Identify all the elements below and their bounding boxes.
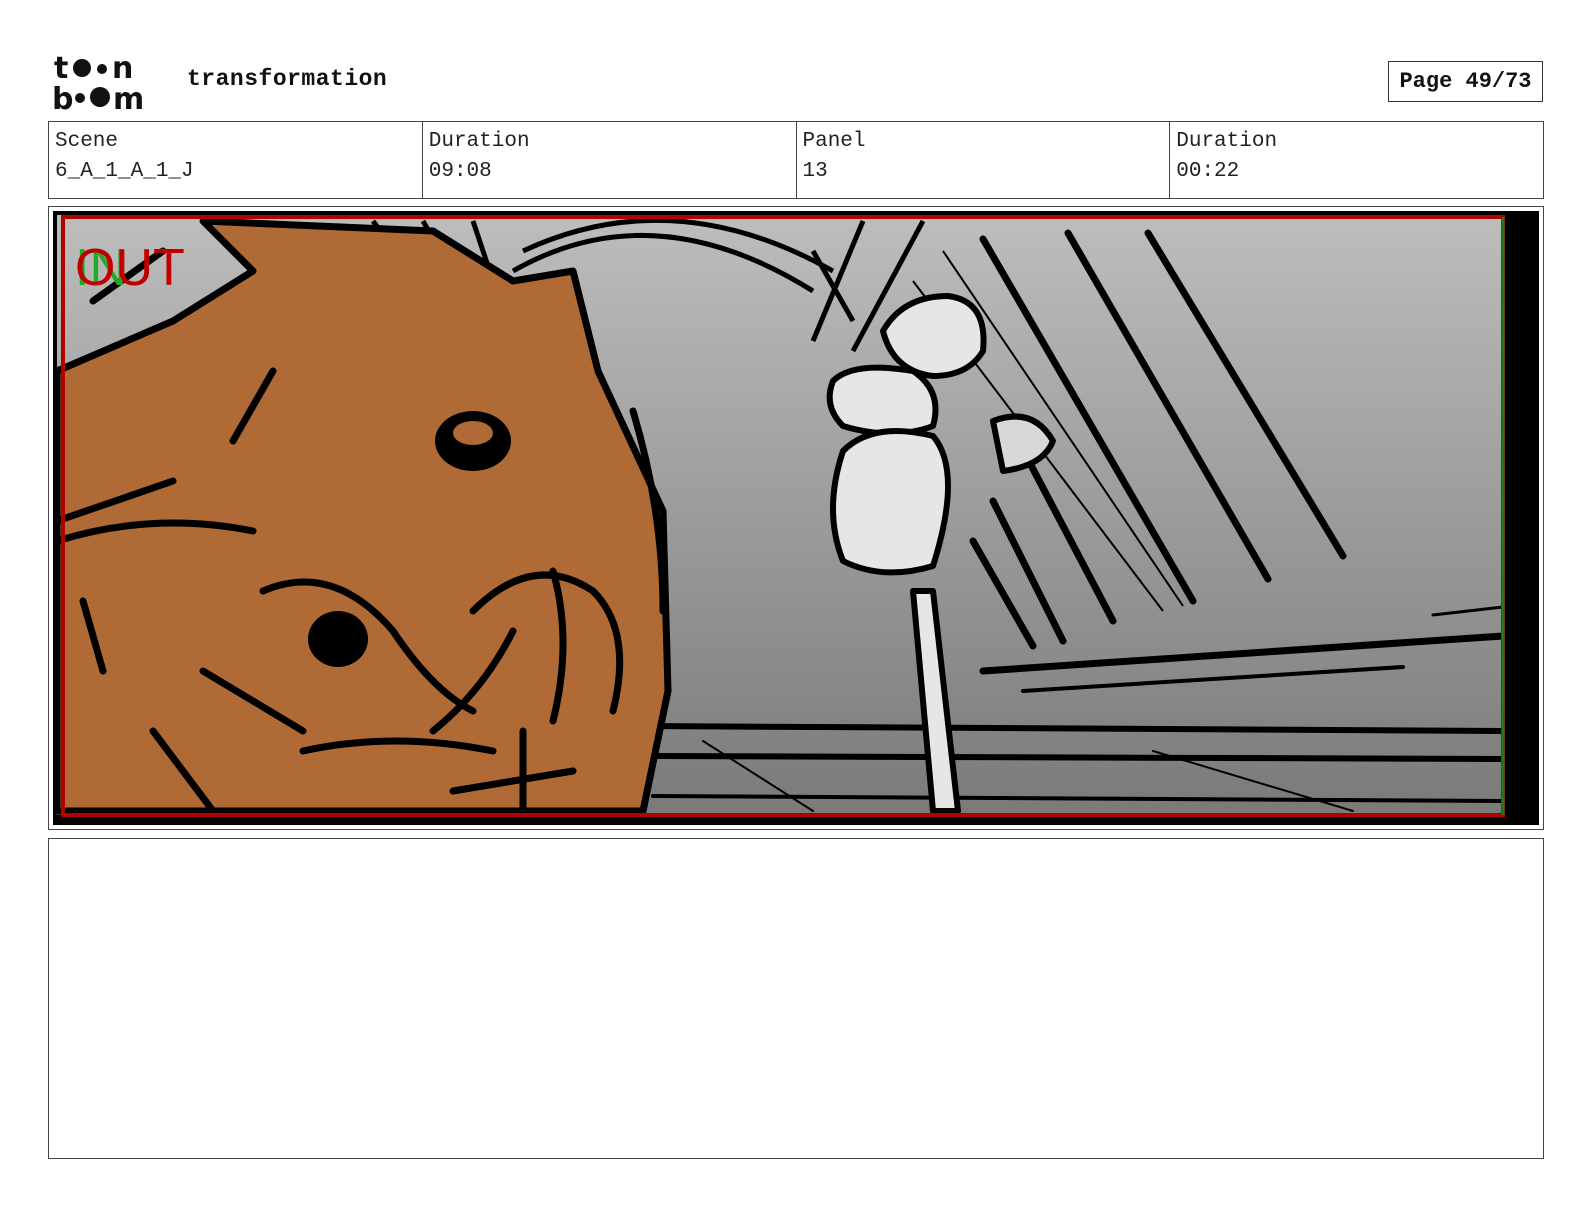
storyboard-panel-frame: IN OUT: [48, 206, 1544, 830]
page-indicator: Page 49/73: [1388, 61, 1543, 102]
panel-value: 13: [802, 160, 828, 183]
project-title: transformation: [187, 66, 388, 92]
panel-cell: Panel 13: [797, 122, 1171, 198]
scene-cell: Scene 6_A_1_A_1_J: [49, 122, 423, 198]
scene-info-table: Scene 6_A_1_A_1_J Duration 09:08 Panel 1…: [48, 121, 1544, 199]
svg-text:n: n: [112, 51, 133, 86]
svg-text:m: m: [113, 82, 144, 112]
scene-value: 6_A_1_A_1_J: [55, 160, 194, 183]
panel-duration-cell: Duration 00:22: [1170, 122, 1543, 198]
out-marker: OUT: [75, 239, 185, 297]
panel-duration-value: 00:22: [1176, 160, 1240, 183]
scene-duration-label: Duration: [428, 130, 530, 153]
panel-duration-label: Duration: [1176, 130, 1278, 153]
panel-drawing: IN OUT: [53, 215, 1507, 817]
svg-text:b: b: [52, 82, 73, 112]
toon-boom-logo: t n b m: [52, 51, 144, 112]
panel-notes-area: [48, 838, 1544, 1159]
scene-duration-cell: Duration 09:08: [423, 122, 797, 198]
panel-label: Panel: [802, 130, 866, 153]
storyboard-panel-image: IN OUT: [53, 211, 1539, 825]
svg-text:t: t: [54, 51, 68, 86]
scene-duration-value: 09:08: [428, 160, 492, 183]
scene-label: Scene: [55, 130, 119, 153]
